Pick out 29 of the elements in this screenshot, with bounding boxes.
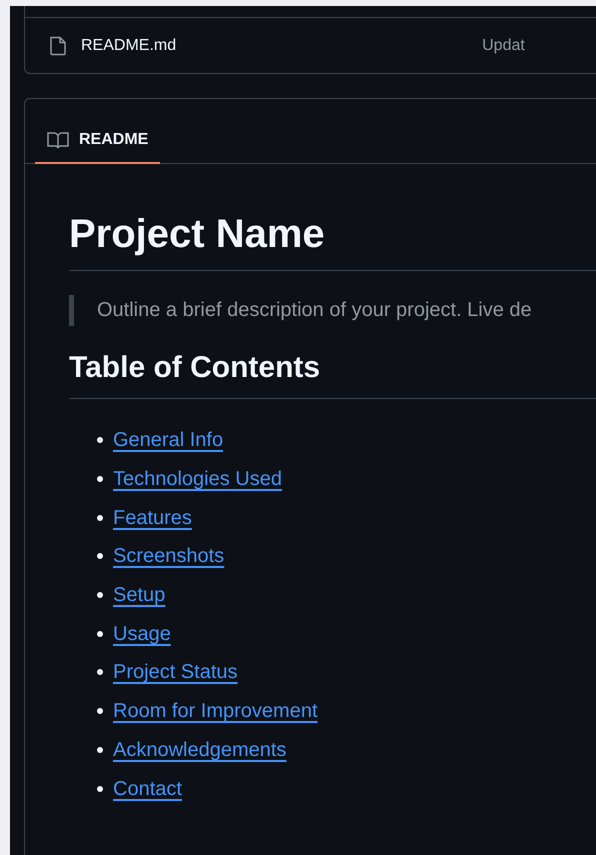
toc-link[interactable]: Screenshots (113, 541, 224, 572)
bullet-icon (97, 708, 103, 714)
bullet-icon (97, 553, 103, 560)
toc-link[interactable]: Project Status (113, 657, 238, 688)
book-icon (47, 131, 69, 149)
blockquote-bar (69, 295, 74, 326)
file-icon (49, 36, 67, 56)
toc-link[interactable]: Acknowledgements (113, 734, 286, 765)
bullet-icon (97, 669, 103, 676)
bullet-icon (97, 746, 103, 753)
bullet-icon (97, 476, 103, 482)
bullet-icon (97, 786, 103, 792)
section-heading: Table of Contents (69, 348, 596, 399)
toc-link[interactable]: Contact (113, 774, 182, 804)
bullet-icon (97, 437, 103, 444)
commit-message[interactable]: Updat (482, 34, 525, 58)
toc-link[interactable]: Setup (113, 580, 166, 610)
toc-link[interactable]: Room for Improvement (113, 696, 318, 726)
toc-link[interactable]: General Info (113, 425, 224, 456)
bullet-icon (97, 592, 103, 598)
toc-link[interactable]: Technologies Used (113, 464, 282, 494)
file-name[interactable]: README.md (81, 34, 176, 58)
readme-title: Project Name (69, 210, 596, 271)
blockquote-text: Outline a brief description of your project. Live de (96, 298, 532, 323)
toc-link[interactable]: Features (113, 502, 192, 533)
bullet-icon (97, 630, 103, 637)
toc-link[interactable]: Usage (113, 618, 171, 649)
readme-tab[interactable]: README (35, 118, 160, 164)
bullet-icon (97, 514, 103, 521)
